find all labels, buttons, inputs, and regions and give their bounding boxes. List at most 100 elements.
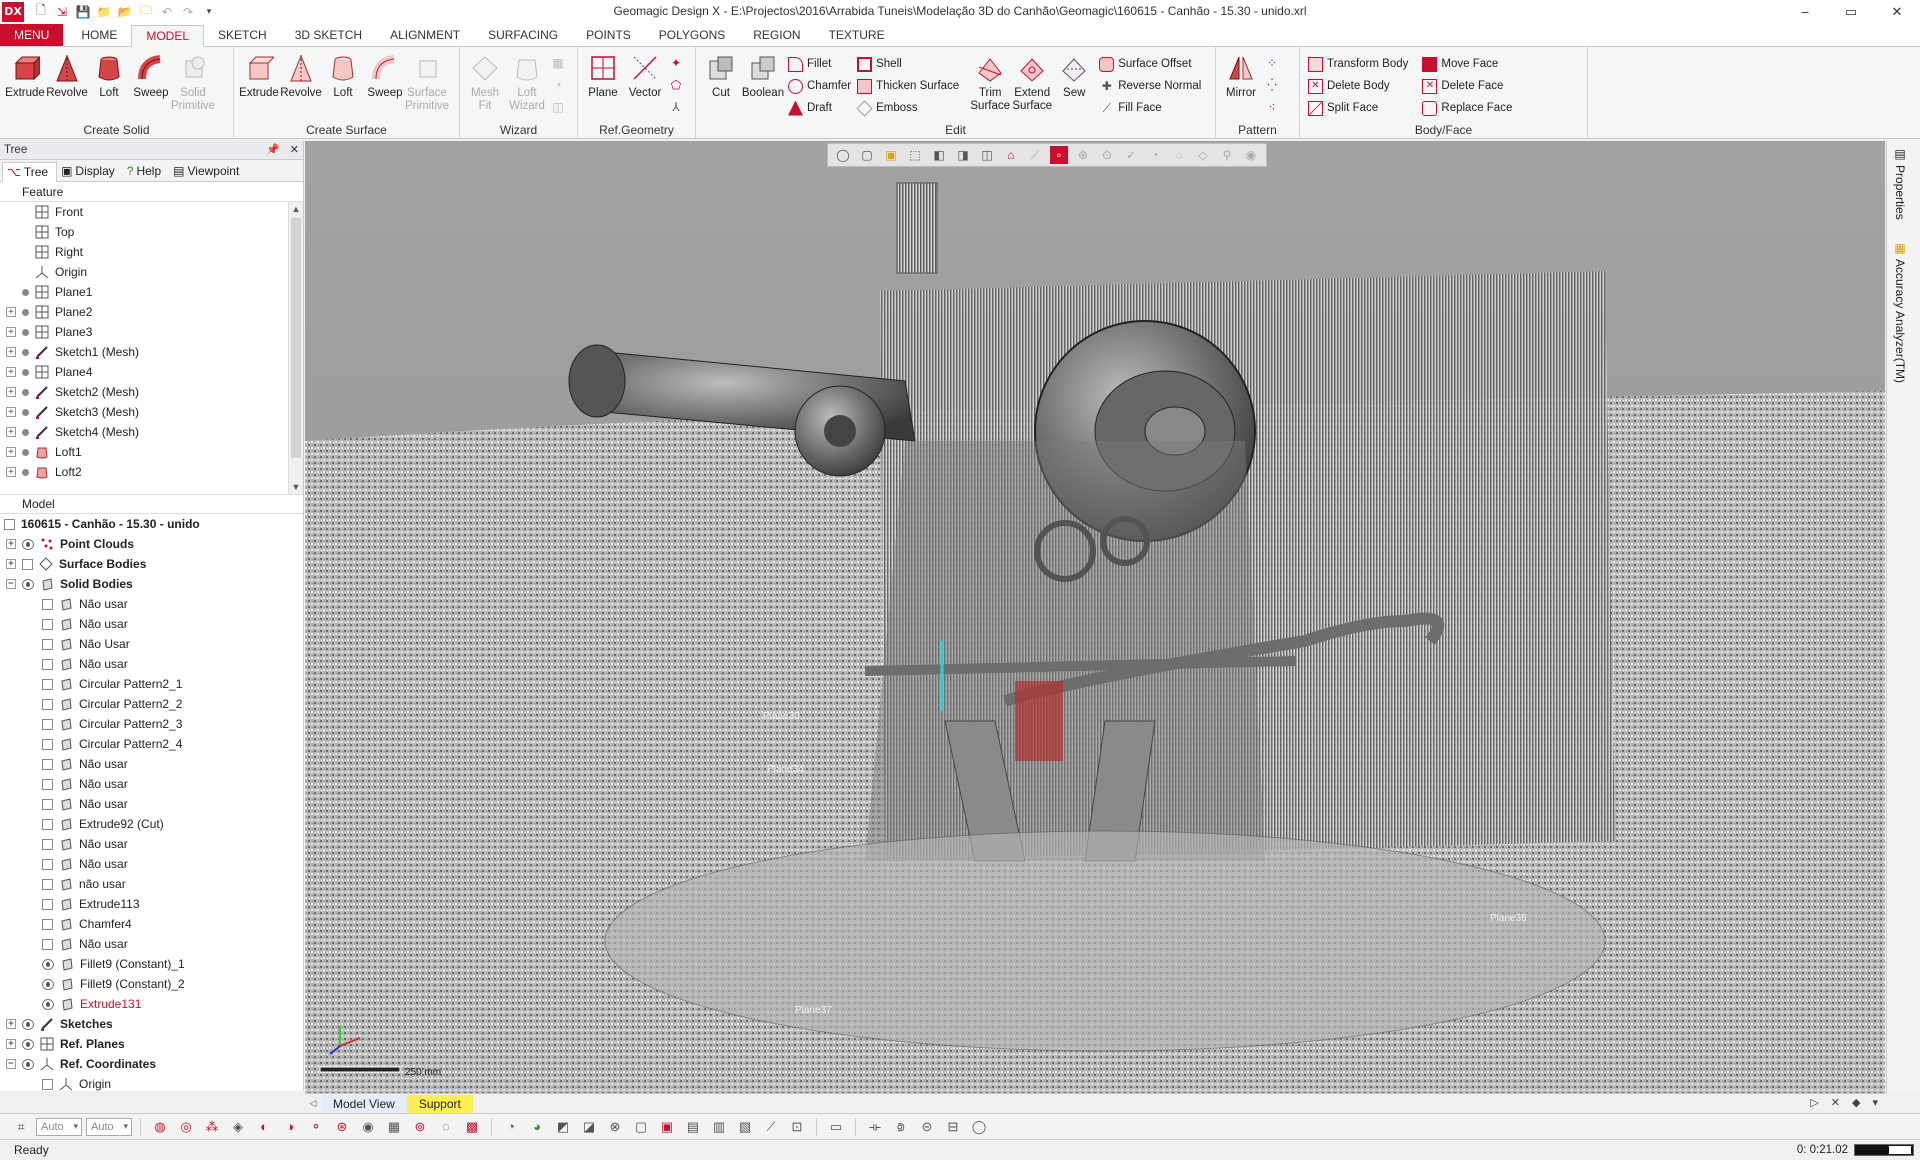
tab-help[interactable]: ? Help: [123, 161, 169, 181]
feature-tree-item[interactable]: + Sketch3 (Mesh): [0, 402, 303, 422]
select-flood-icon[interactable]: ⚬: [305, 1117, 327, 1137]
plane-label[interactable]: Plane34: [767, 764, 804, 775]
feature-tree-item[interactable]: + Loft1: [0, 442, 303, 462]
tabs-close-icon[interactable]: ✕: [1831, 1096, 1840, 1109]
select-freeform-icon[interactable]: ◈: [227, 1117, 249, 1137]
export-folder-icon[interactable]: 🗀: [137, 3, 155, 21]
expand-toggle[interactable]: +: [6, 347, 16, 357]
visibility-checkbox[interactable]: [42, 778, 53, 790]
solid-body-item[interactable]: Fillet9 (Constant)_1: [0, 954, 303, 974]
zoom-icon[interactable]: ⊕: [1074, 146, 1092, 164]
expand-toggle[interactable]: +: [6, 1039, 16, 1049]
visibility-checkbox[interactable]: [42, 698, 53, 710]
solid-body-item[interactable]: Não usar: [0, 774, 303, 794]
filter-vertices-icon[interactable]: ▣: [656, 1117, 678, 1137]
feature-tree-item[interactable]: Right: [0, 242, 303, 262]
tab-viewpoint[interactable]: ▤ Viewpoint: [169, 161, 247, 181]
solid-body-item[interactable]: Circular Pattern2_3: [0, 714, 303, 734]
visibility-checkbox[interactable]: [42, 658, 53, 670]
solid-body-item[interactable]: Não usar: [0, 794, 303, 814]
model-group-item[interactable]: + Point Clouds: [0, 534, 303, 554]
visibility-checkbox[interactable]: [42, 598, 53, 610]
feature-tree-item[interactable]: Top: [0, 222, 303, 242]
tab-model[interactable]: MODEL: [131, 25, 205, 47]
select-through-icon[interactable]: ▦: [383, 1117, 405, 1137]
expand-toggle[interactable]: +: [6, 407, 16, 417]
measure-more-icon[interactable]: ◯: [968, 1117, 990, 1137]
recent-folder-icon[interactable]: 📂: [116, 3, 134, 21]
visibility-eye-icon[interactable]: [42, 958, 54, 970]
panel-close-icon[interactable]: ✕: [290, 143, 299, 156]
box-view-icon[interactable]: ⬚: [906, 146, 924, 164]
visibility-checkbox[interactable]: [22, 558, 33, 570]
plane-label[interactable]: Plane30: [763, 711, 800, 722]
selection-mode-select[interactable]: Auto: [36, 1117, 82, 1136]
visibility-checkbox[interactable]: [42, 758, 53, 770]
lasso-icon[interactable]: ◌: [1170, 146, 1188, 164]
model-group-item[interactable]: + Sketches: [0, 1014, 303, 1034]
undo-icon[interactable]: ↶: [158, 3, 176, 21]
wizard-extra-icon-3[interactable]: ◫: [550, 99, 566, 115]
expand-toggle[interactable]: +: [6, 367, 16, 377]
filter-coords-icon[interactable]: ⊡: [786, 1117, 808, 1137]
eye-view-icon[interactable]: ◉: [1242, 146, 1260, 164]
feature-tree-item[interactable]: Origin: [0, 262, 303, 282]
tab-3d-sketch[interactable]: 3D SKETCH: [281, 24, 376, 46]
wizard-extra-icon-1[interactable]: ▦: [550, 55, 566, 71]
scroll-up-arrow[interactable]: ▲: [289, 202, 303, 216]
app-logo[interactable]: DX: [2, 1, 24, 22]
fillet-button[interactable]: Fillet: [788, 55, 851, 73]
linear-pattern-icon[interactable]: ⁘: [1264, 55, 1280, 71]
minimize-button[interactable]: –: [1782, 0, 1828, 23]
visibility-checkbox[interactable]: [42, 838, 53, 850]
thicken-surface-button[interactable]: Thicken Surface: [857, 77, 959, 95]
filter-vectors-icon[interactable]: ▥: [708, 1117, 730, 1137]
visibility-checkbox[interactable]: [4, 518, 15, 530]
feature-tree-item[interactable]: + Plane3: [0, 322, 303, 342]
solid-body-item[interactable]: Circular Pattern2_4: [0, 734, 303, 754]
wizard-extra-icon-2[interactable]: ◔: [550, 77, 566, 93]
tab-texture[interactable]: TEXTURE: [815, 24, 899, 46]
magnify-icon[interactable]: ⚲: [1218, 146, 1236, 164]
fit-icon[interactable]: ⊙: [1098, 146, 1116, 164]
filter-curves-icon[interactable]: ⟋: [760, 1117, 782, 1137]
fill-face-button[interactable]: ⟋ Fill Face: [1099, 99, 1201, 117]
chamfer-button[interactable]: Chamfer: [788, 77, 851, 95]
expand-toggle[interactable]: +: [6, 327, 16, 337]
tab-home[interactable]: HOME: [67, 24, 131, 46]
clip-box-icon[interactable]: ▫: [1050, 146, 1068, 164]
visibility-eye-icon[interactable]: [42, 998, 54, 1010]
select-mode-icon[interactable]: ◯: [834, 146, 852, 164]
circular-pattern-icon[interactable]: ⁛: [1264, 77, 1280, 93]
tab-display[interactable]: ▣ Display: [57, 161, 123, 181]
select-polyline-icon[interactable]: ⁂: [201, 1117, 223, 1137]
visibility-eye-icon[interactable]: [22, 1038, 34, 1050]
visibility-eye-icon[interactable]: [42, 978, 54, 990]
draft-button[interactable]: Draft: [788, 99, 851, 117]
solid-body-item[interactable]: Não usar: [0, 594, 303, 614]
emboss-button[interactable]: Emboss: [856, 99, 959, 117]
visibility-checkbox[interactable]: [42, 878, 53, 890]
tab-tree[interactable]: ⌥ Tree: [2, 162, 58, 182]
measure-section-icon[interactable]: ⊟: [942, 1117, 964, 1137]
solid-body-item[interactable]: Chamfer4: [0, 914, 303, 934]
expand-toggle[interactable]: +: [6, 539, 16, 549]
tab-sketch[interactable]: SKETCH: [204, 24, 281, 46]
solid-body-item[interactable]: Extrude113: [0, 894, 303, 914]
filter-polygons-icon[interactable]: ◕: [526, 1117, 548, 1137]
check-icon[interactable]: ✓: [1122, 146, 1140, 164]
clipboard-icon[interactable]: ▭: [825, 1117, 847, 1137]
feature-tree-item[interactable]: + Plane4: [0, 362, 303, 382]
selection-filter-icon[interactable]: ⌗: [10, 1117, 32, 1137]
delete-body-button[interactable]: ✕ Delete Body: [1308, 77, 1408, 95]
feature-tree-item[interactable]: Plane1: [0, 282, 303, 302]
select-circle-icon[interactable]: ◎: [175, 1117, 197, 1137]
visibility-checkbox[interactable]: [42, 818, 53, 830]
scroll-thumb[interactable]: [291, 218, 301, 458]
surface-offset-button[interactable]: Surface Offset: [1099, 55, 1201, 73]
selection-target-select[interactable]: Auto: [86, 1117, 132, 1136]
properties-tab[interactable]: ▤ Properties: [1893, 147, 1907, 220]
accuracy-analyzer-tab[interactable]: ▦ Accuracy Analyzer(TM): [1893, 241, 1907, 383]
solid-body-item[interactable]: Não usar: [0, 854, 303, 874]
filter-regions-icon[interactable]: ◩: [552, 1117, 574, 1137]
